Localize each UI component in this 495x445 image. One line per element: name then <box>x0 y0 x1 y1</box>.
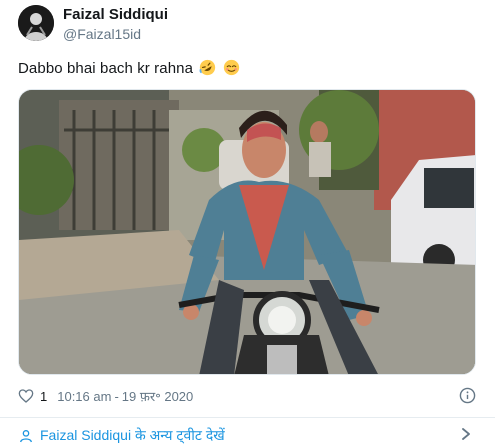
like-count[interactable]: 1 <box>40 389 47 404</box>
info-icon[interactable] <box>459 387 476 404</box>
author-handle[interactable]: @Faizal15id <box>63 26 141 42</box>
relieved-face-emoji <box>223 59 239 76</box>
tweet-photo[interactable] <box>18 89 476 375</box>
rolling-on-floor-laughing-emoji <box>199 59 216 76</box>
more-tweets-link[interactable]: Faizal Siddiqui के अन्य ट्वीट देखें <box>18 426 225 445</box>
profile-icon <box>20 429 32 442</box>
heart-icon[interactable] <box>18 388 34 404</box>
tweet-meta: 1 10:16 am - 19 फ़र॰ 2020 <box>18 387 193 405</box>
tweet-text: Dabbo bhai bach kr rahna <box>18 59 240 77</box>
chevron-right-icon[interactable] <box>461 428 471 440</box>
tweet-text-content: Dabbo bhai bach kr rahna <box>18 60 194 77</box>
author-name[interactable]: Faizal Siddiqui <box>63 6 168 23</box>
divider <box>0 417 495 418</box>
tweet-time[interactable]: 10:16 am <box>57 389 111 404</box>
more-tweets-label[interactable]: Faizal Siddiqui के अन्य ट्वीट देखें <box>40 426 225 445</box>
meta-separator: - <box>114 388 119 404</box>
tweet-card[interactable]: Faizal Siddiqui @Faizal15id Dabbo bhai b… <box>0 0 495 445</box>
avatar[interactable] <box>18 5 54 41</box>
tweet-date[interactable]: 19 फ़र॰ 2020 <box>122 387 193 405</box>
photo-scene <box>19 90 475 374</box>
